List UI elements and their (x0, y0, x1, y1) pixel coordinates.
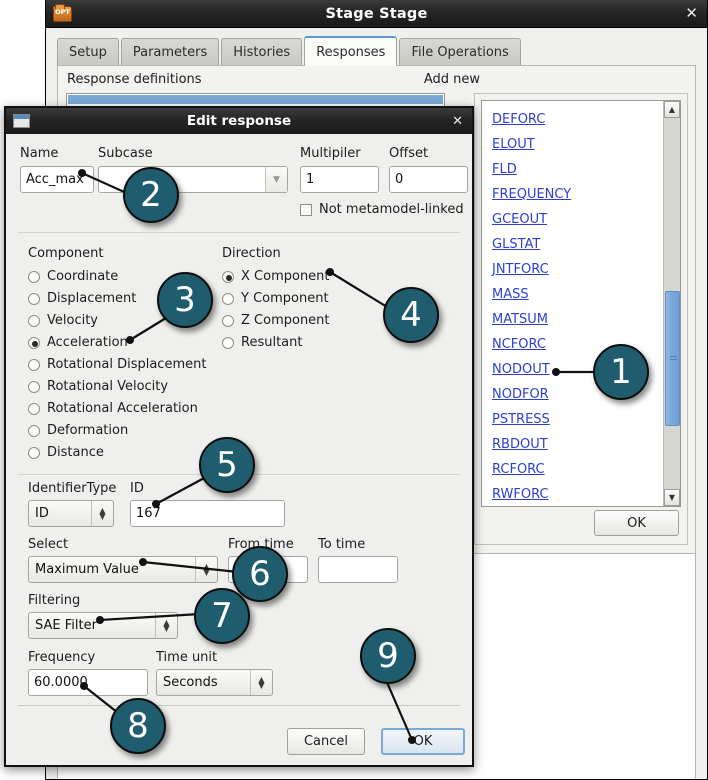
callout-1: 1 (593, 344, 649, 400)
callout-9: 9 (360, 628, 416, 684)
callout-2: 2 (123, 167, 179, 223)
callout-4: 4 (383, 287, 439, 343)
screenshot-root: OPT Stage Stage ✕ Setup Parameters Histo… (0, 0, 708, 780)
callout-7: 7 (194, 588, 250, 644)
callout-5: 5 (199, 437, 255, 493)
callout-8: 8 (110, 698, 166, 754)
callout-3: 3 (157, 272, 213, 328)
callout-6: 6 (232, 546, 288, 602)
